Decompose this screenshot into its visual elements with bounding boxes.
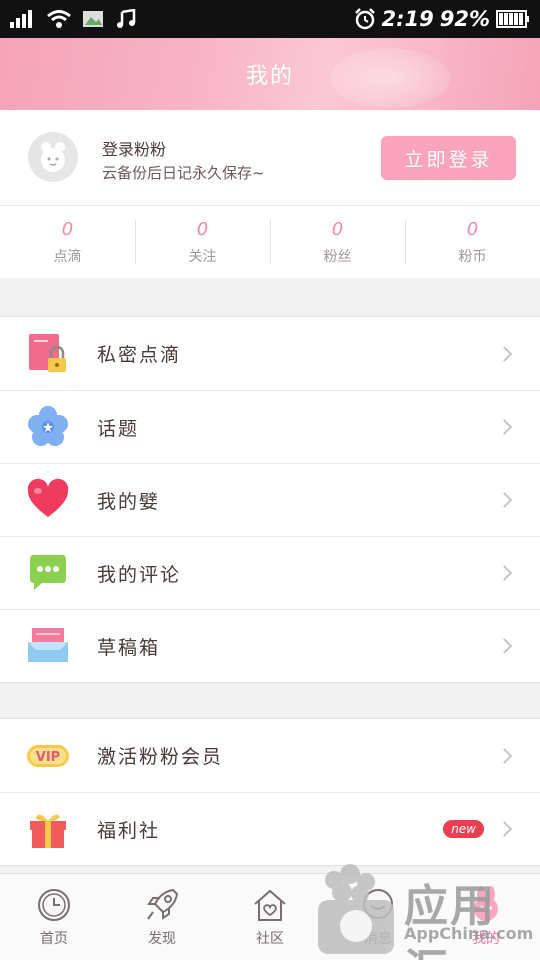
chevron-right-icon <box>496 345 513 362</box>
house-heart-icon <box>254 889 286 921</box>
chevron-right-icon <box>496 747 513 764</box>
stat-value: 0 <box>196 218 209 240</box>
menu-item-topics[interactable]: 话题 <box>0 390 540 463</box>
watermark-text: 应用汇 <box>404 881 496 960</box>
menu-item-comments[interactable]: 我的评论 <box>0 536 540 609</box>
tab-label: 发现 <box>148 931 176 947</box>
menu-item-private-notes[interactable]: 私密点滴 <box>0 317 540 390</box>
tab-home[interactable]: 首页 <box>0 874 108 960</box>
login-button[interactable]: 立即登录 <box>381 136 516 180</box>
menu-item-label: 激活粉粉会员 <box>97 746 224 768</box>
appchina-watermark: 应用汇 AppChina.com <box>312 862 540 960</box>
chevron-right-icon <box>496 638 513 654</box>
clock-home-icon <box>38 889 70 921</box>
stat-label: 粉丝 <box>323 248 352 265</box>
tab-label: 首页 <box>40 931 68 947</box>
vip-text: VIP <box>36 750 60 765</box>
private-note-lock-icon <box>26 332 70 376</box>
rocket-icon <box>147 888 179 920</box>
vip-icon: VIP <box>26 734 70 778</box>
chevron-right-icon <box>496 419 513 435</box>
page-header: 我的 <box>0 38 540 110</box>
menu-group-main: 私密点滴 话题 我的嬖 我的评论 草稿箱 <box>0 316 540 683</box>
battery-percent: 92% <box>439 7 490 31</box>
draft-box-icon <box>26 624 70 668</box>
stat-fans[interactable]: 0 粉丝 <box>270 206 405 278</box>
menu-item-drafts[interactable]: 草稿箱 <box>0 609 540 682</box>
header-decoration <box>330 48 450 108</box>
profile-name: 登录粉粉 <box>102 140 167 159</box>
menu-item-label: 私密点滴 <box>97 344 182 366</box>
profile-card[interactable]: 登录粉粉 云备份后日记永久保存~ 立即登录 <box>0 110 540 206</box>
stat-value: 0 <box>466 218 479 240</box>
page-title: 我的 <box>245 64 294 89</box>
chevron-right-icon <box>496 821 513 837</box>
menu-group-extras: VIP 激活粉粉会员 福利社 new <box>0 718 540 866</box>
music-note-icon <box>116 9 136 29</box>
chevron-right-icon <box>496 565 513 581</box>
stat-label: 点滴 <box>53 248 82 265</box>
menu-item-label: 话题 <box>97 417 140 440</box>
new-badge: new <box>443 820 484 838</box>
stat-label: 关注 <box>188 248 217 265</box>
wifi-icon <box>46 9 72 29</box>
chevron-right-icon <box>496 492 513 508</box>
signal-icon <box>10 10 36 28</box>
default-avatar-icon <box>41 142 65 172</box>
menu-item-favorites[interactable]: 我的嬖 <box>0 463 540 536</box>
heart-icon <box>26 478 70 522</box>
avatar[interactable] <box>28 132 78 182</box>
status-bar: 2:19 92% <box>0 0 540 38</box>
menu-item-label: 我的评论 <box>97 563 182 586</box>
menu-item-label: 福利社 <box>97 819 161 842</box>
menu-item-label: 我的嬖 <box>97 490 161 513</box>
image-notification-icon <box>82 9 106 29</box>
stat-drops[interactable]: 0 点滴 <box>0 206 135 278</box>
tab-discover[interactable]: 发现 <box>108 874 216 960</box>
stats-bar: 0 点滴 0 关注 0 粉丝 0 粉币 <box>0 206 540 278</box>
comment-bubble-icon <box>26 551 70 595</box>
menu-item-welfare[interactable]: 福利社 new <box>0 792 540 865</box>
tab-label: 社区 <box>256 931 284 947</box>
stat-value: 0 <box>331 218 344 240</box>
menu-item-label: 草稿箱 <box>97 636 161 659</box>
battery-icon <box>496 10 530 28</box>
stat-value: 0 <box>61 218 74 240</box>
alarm-icon <box>354 8 376 30</box>
stat-label: 粉币 <box>458 248 487 265</box>
watermark-subtext: AppChina.com <box>404 924 534 943</box>
profile-description: 云备份后日记永久保存~ <box>102 164 265 182</box>
status-time: 2:19 <box>381 7 434 31</box>
stat-coins[interactable]: 0 粉币 <box>405 206 540 278</box>
watermark-logo-icon <box>318 864 394 954</box>
tab-community[interactable]: 社区 <box>216 874 324 960</box>
menu-item-activate-vip[interactable]: VIP 激活粉粉会员 <box>0 719 540 792</box>
gift-icon <box>26 807 70 851</box>
stat-following[interactable]: 0 关注 <box>135 206 270 278</box>
flower-topic-icon <box>26 405 70 449</box>
